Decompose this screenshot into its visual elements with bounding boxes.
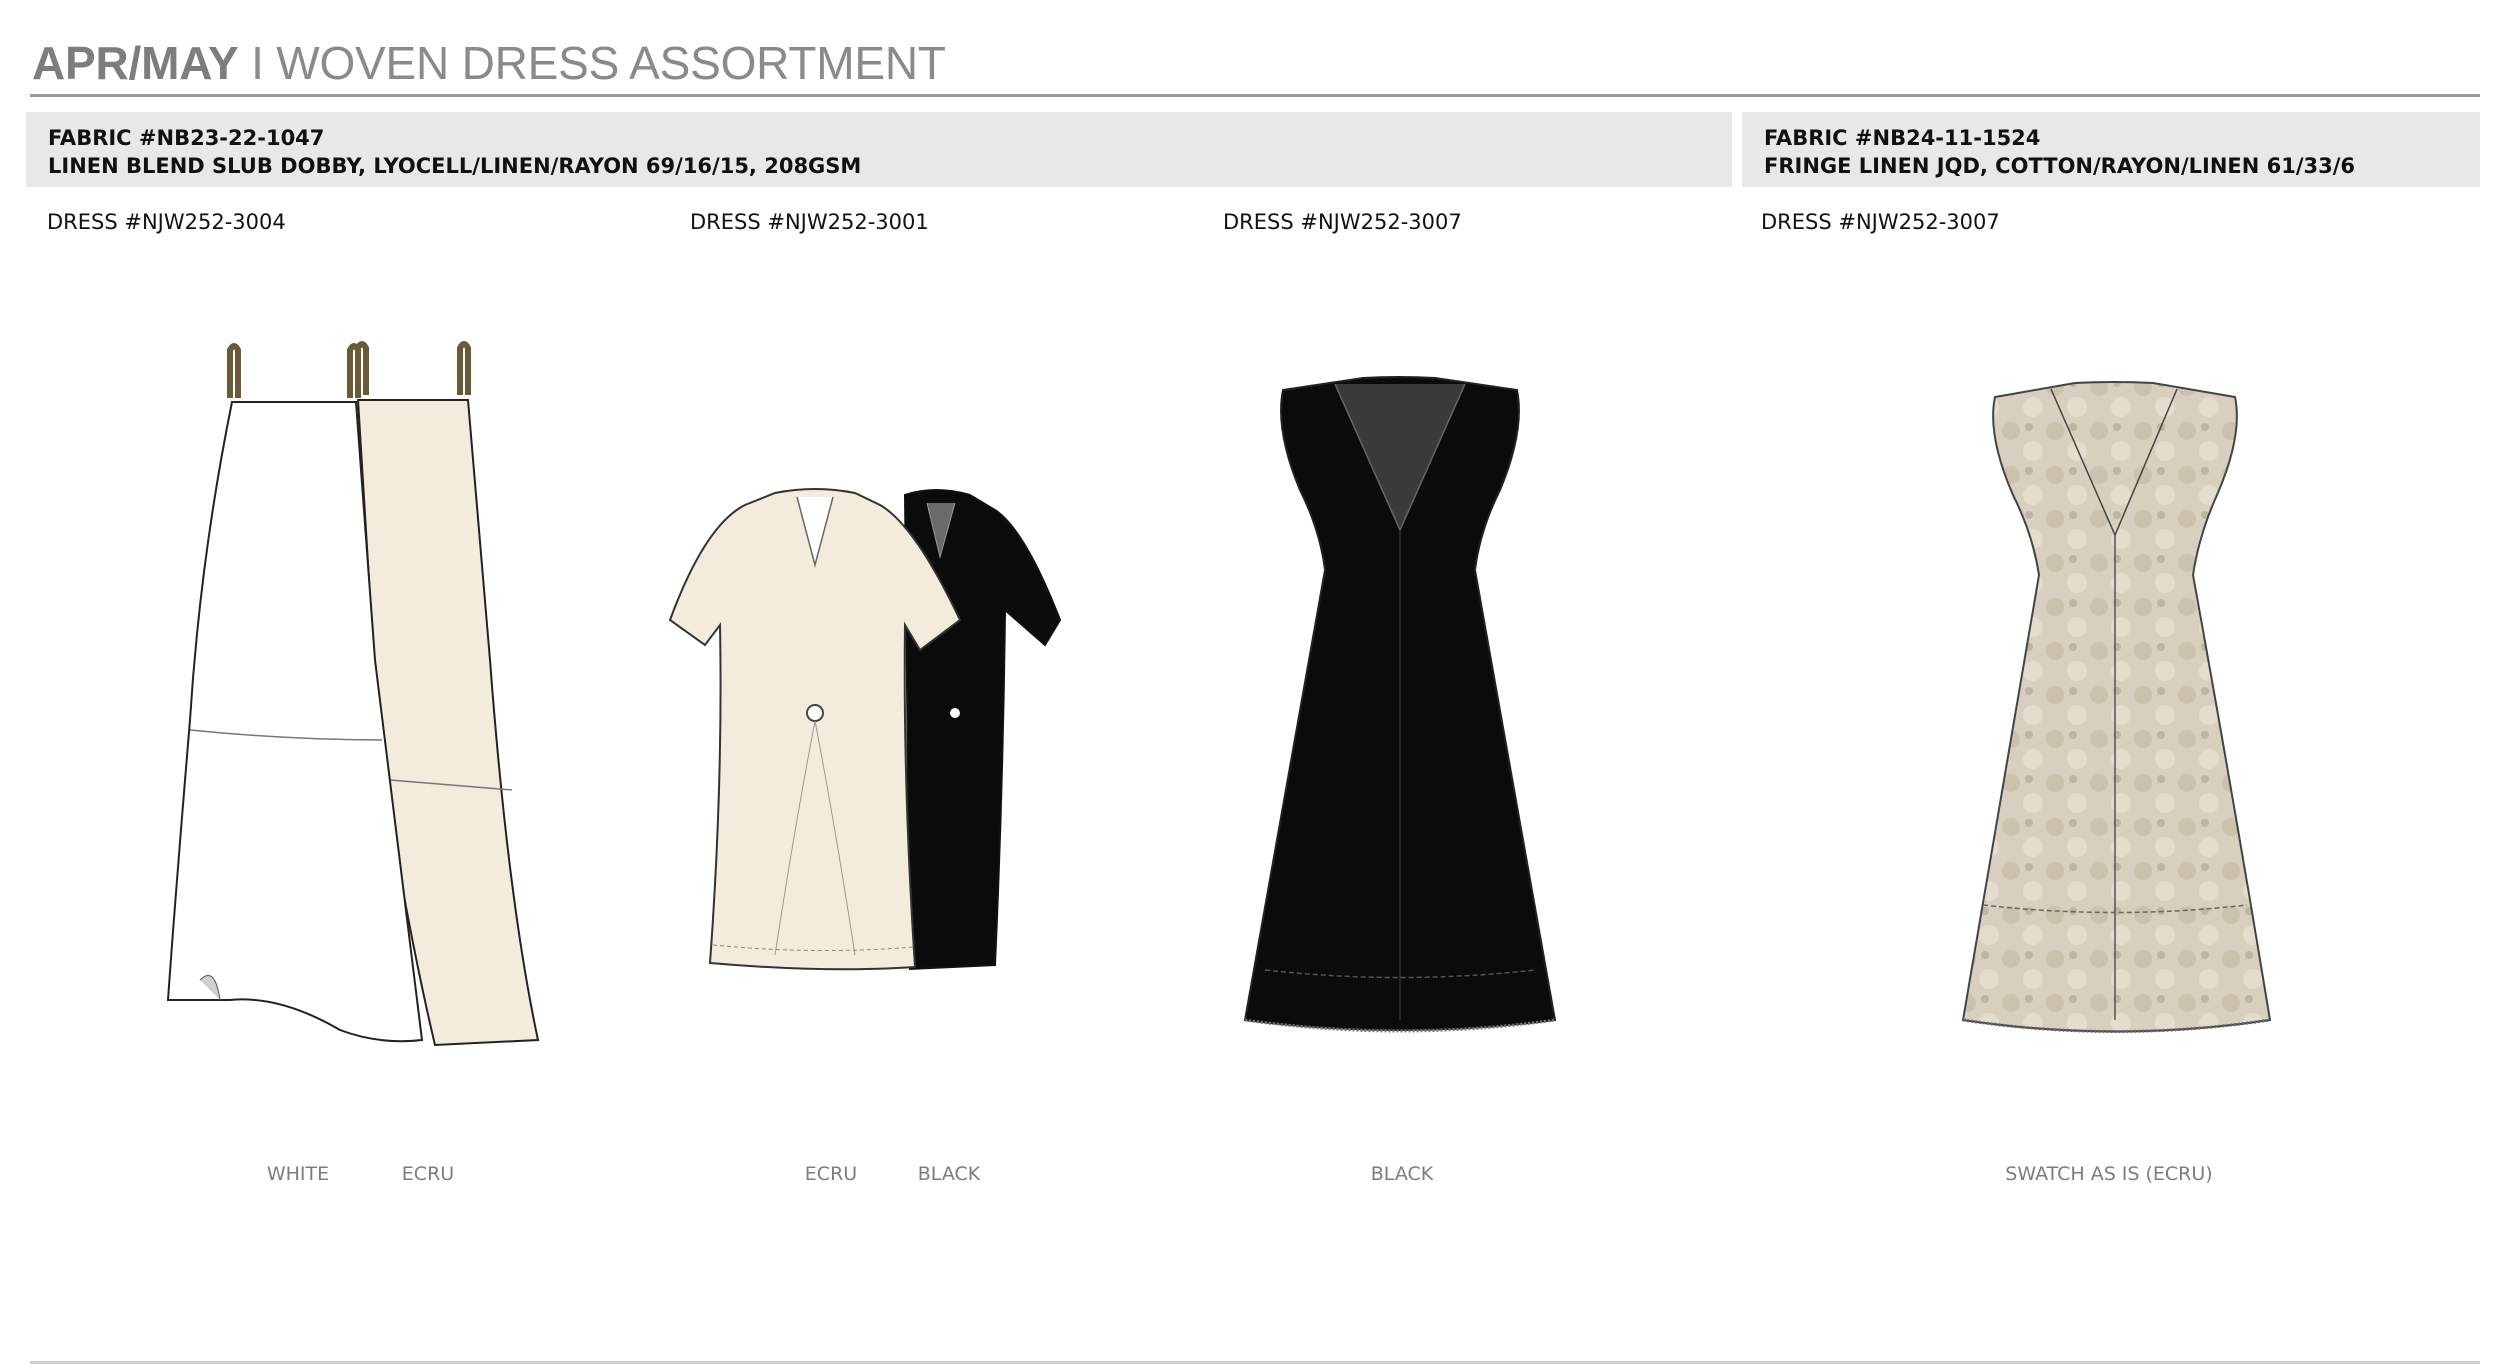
color-label-swatch: SWATCH AS IS (ECRU) (2005, 1163, 2213, 1185)
color-label-black: BLACK (917, 1163, 981, 1185)
fabric-number: FABRIC #NB24-11-1524 (1764, 126, 2041, 150)
fabric-description: FRINGE LINEN JQD, COTTON/RAYON/LINEN 61/… (1764, 154, 2356, 178)
fabric-number: FABRIC #NB23-22-1047 (48, 126, 325, 150)
slip-dress-sketch (160, 340, 550, 1060)
title-divider (30, 94, 2480, 97)
dress-label-3007-black: DRESS #NJW252-3007 (1223, 210, 1462, 234)
dress-label-3001: DRESS #NJW252-3001 (690, 210, 929, 234)
dress-label-3007-swatch: DRESS #NJW252-3007 (1761, 210, 2000, 234)
color-label-black: BLACK (1370, 1163, 1434, 1185)
page-title-season: APR/MAY (32, 37, 239, 89)
dress-label-3004: DRESS #NJW252-3004 (47, 210, 286, 234)
tunic-dress-sketch (665, 485, 1115, 975)
color-label-ecru: ECRU (401, 1163, 455, 1185)
color-label-ecru: ECRU (804, 1163, 858, 1185)
color-label-white: WHITE (266, 1163, 330, 1185)
fabric-header-1: FABRIC #NB23-22-1047 LINEN BLEND SLUB DO… (26, 112, 1732, 187)
vneck-dress-swatch-sketch (1955, 375, 2285, 1045)
fabric-header-2: FABRIC #NB24-11-1524 FRINGE LINEN JQD, C… (1742, 112, 2480, 187)
vneck-dress-black-sketch (1235, 370, 1565, 1045)
page-title-subject: I WOVEN DRESS ASSORTMENT (238, 37, 946, 89)
footer-divider (30, 1361, 2480, 1364)
fabric-description: LINEN BLEND SLUB DOBBY, LYOCELL/LINEN/RA… (48, 154, 862, 178)
page-title: APR/MAY I WOVEN DRESS ASSORTMENT (32, 36, 946, 90)
